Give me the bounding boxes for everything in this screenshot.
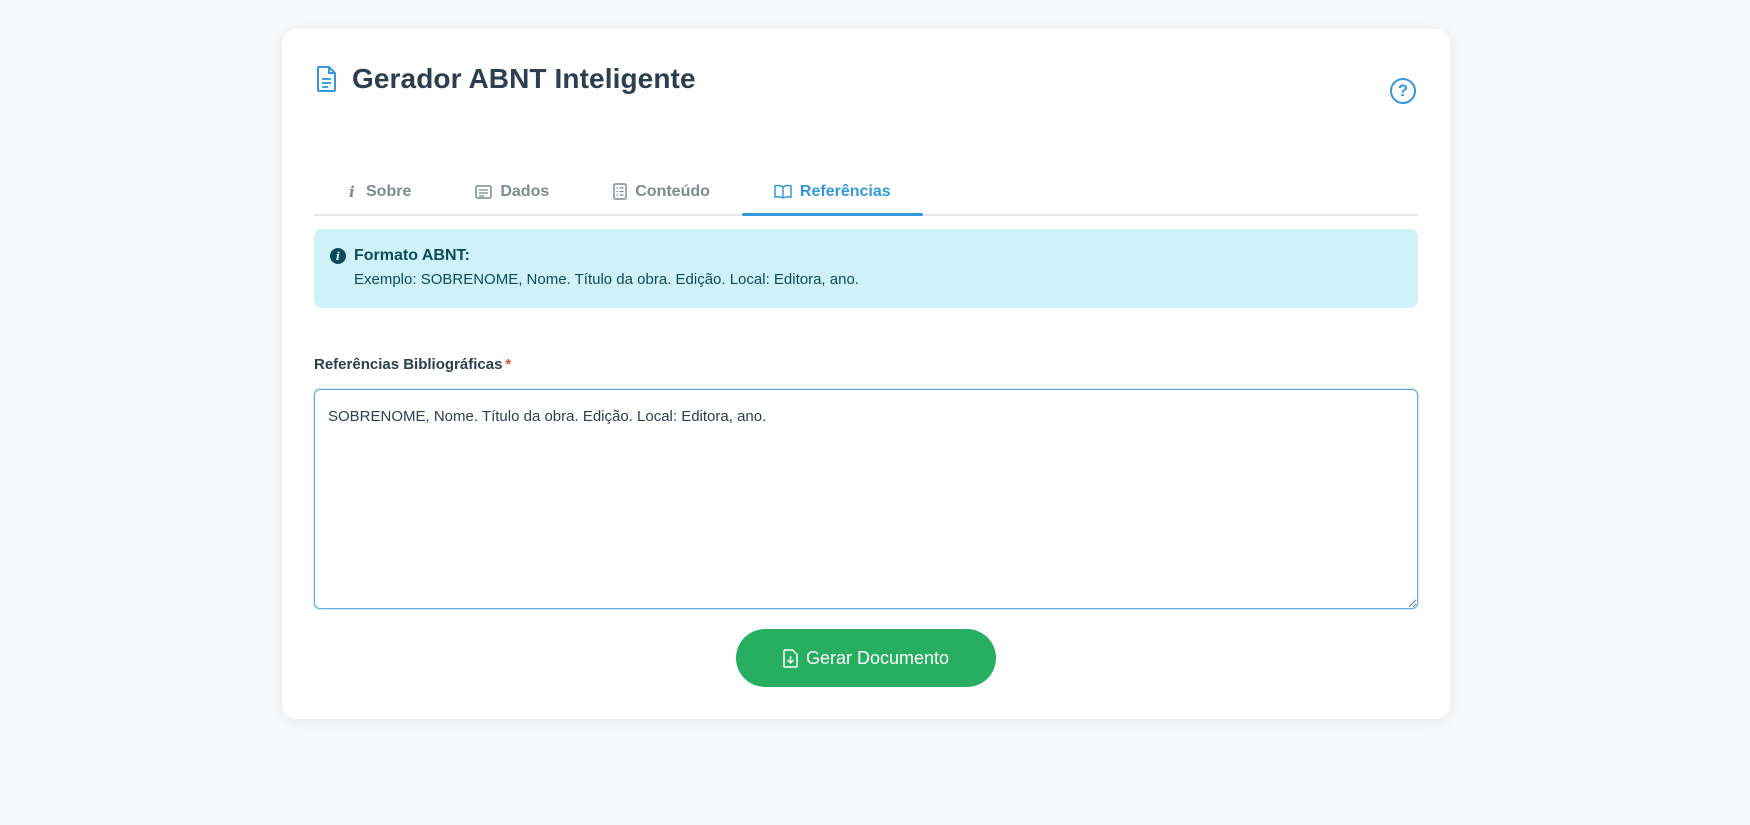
document-list-icon <box>613 183 627 200</box>
tab-label: Conteúdo <box>635 182 710 200</box>
alert-text: Exemplo: SOBRENOME, Nome. Título da obra… <box>354 271 859 288</box>
tab-conteudo[interactable]: Conteúdo <box>581 169 742 214</box>
svg-text:i: i <box>349 184 355 200</box>
abnt-format-alert: i Formato ABNT: Exemplo: SOBRENOME, Nome… <box>314 229 1418 308</box>
tab-referencias[interactable]: Referências <box>741 169 923 216</box>
page-title: Gerador ABNT Inteligente <box>352 63 696 94</box>
tab-bar: i Sobre Dados Conteúdo Referências <box>314 169 1418 216</box>
file-download-icon <box>783 648 798 668</box>
tab-dados[interactable]: Dados <box>443 169 581 214</box>
tab-label: Referências <box>799 182 891 200</box>
document-icon <box>316 65 338 93</box>
app-header: Gerador ABNT Inteligente <box>316 63 696 95</box>
info-icon: i <box>346 184 358 200</box>
references-label-text: Referências Bibliográficas <box>314 356 503 373</box>
generate-document-button[interactable]: Gerar Documento <box>736 629 996 687</box>
main-card: Gerador ABNT Inteligente ? i Sobre Dados <box>282 29 1450 719</box>
book-icon <box>774 184 792 199</box>
alert-title: Formato ABNT: <box>354 247 470 264</box>
tab-label: Dados <box>500 182 550 200</box>
references-label: Referências Bibliográficas * <box>314 356 511 373</box>
tab-sobre[interactable]: i Sobre <box>314 169 443 214</box>
info-circle-icon: i <box>330 248 346 264</box>
question-icon: ? <box>1397 81 1409 100</box>
help-button[interactable]: ? <box>1390 78 1416 104</box>
generate-button-label: Gerar Documento <box>805 647 950 668</box>
tab-label: Sobre <box>366 182 412 200</box>
required-mark: * <box>505 356 512 373</box>
references-textarea[interactable] <box>314 389 1418 609</box>
card-icon <box>475 184 493 199</box>
